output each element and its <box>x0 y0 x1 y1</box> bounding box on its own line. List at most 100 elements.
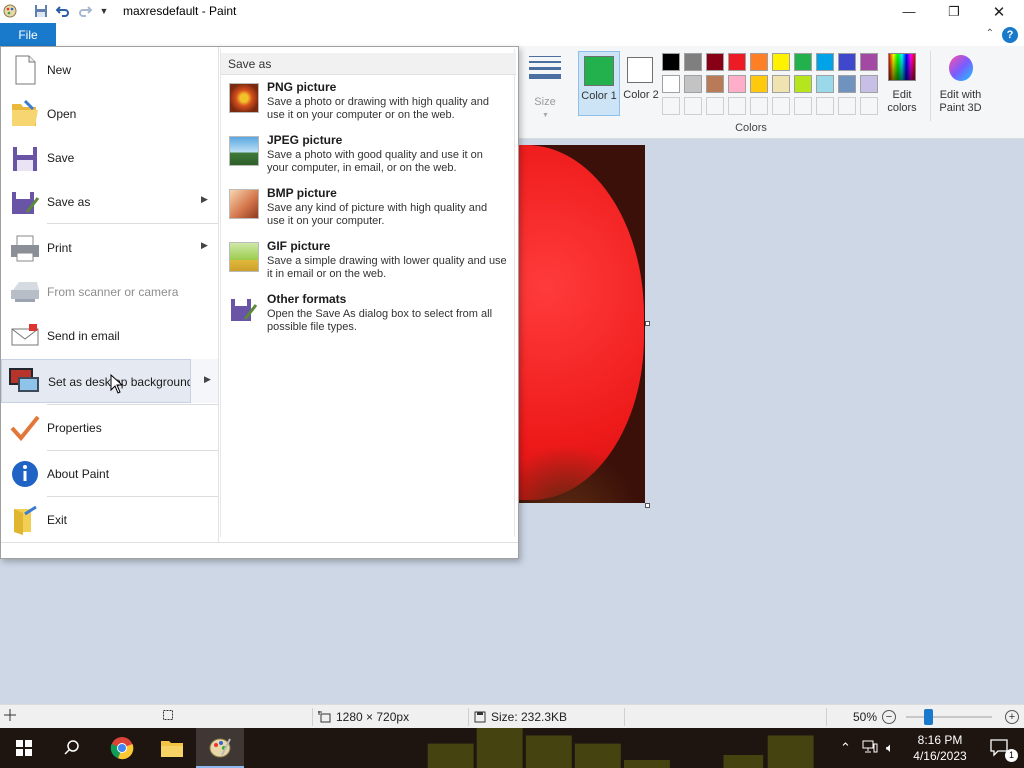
volume-icon[interactable]: 🔈︎ <box>886 740 894 756</box>
save-as-other-formats-option[interactable]: Other formats Open the Save As dialog bo… <box>221 292 516 344</box>
canvas-image[interactable] <box>519 145 645 503</box>
selection-size-icon <box>162 709 174 721</box>
palette-swatch[interactable] <box>750 75 768 93</box>
show-hidden-icons[interactable]: ⌃ <box>840 740 851 756</box>
palette-swatch[interactable] <box>706 53 724 71</box>
search-button[interactable] <box>48 728 96 768</box>
palette-swatch[interactable] <box>794 97 812 115</box>
menu-item-save[interactable]: Save <box>1 136 218 180</box>
palette-swatch[interactable] <box>838 53 856 71</box>
taskbar-clock[interactable]: 8:16 PM 4/16/2023 <box>904 732 976 764</box>
color1-button[interactable]: Color 1 <box>578 51 620 116</box>
resize-handle-right[interactable] <box>645 321 650 326</box>
palette-swatch[interactable] <box>684 75 702 93</box>
file-tab[interactable]: File <box>0 23 56 46</box>
save-icon[interactable] <box>33 3 49 19</box>
help-icon[interactable]: ? <box>1002 27 1018 43</box>
status-bar: 1280 × 720px Size: 232.3KB 50% − + <box>0 704 1024 728</box>
color2-button[interactable]: Color 2 <box>621 51 661 116</box>
image-dimensions-icon <box>318 711 331 723</box>
submenu-arrow-icon: ▶ <box>201 194 208 204</box>
option-description: Save a photo with good quality and use i… <box>267 149 483 174</box>
palette-swatch[interactable] <box>816 53 834 71</box>
menu-item-save-as[interactable]: Save as ▶ <box>1 180 218 224</box>
redo-icon[interactable] <box>77 3 93 19</box>
save-as-header: Save as <box>221 53 516 75</box>
save-as-png-option[interactable]: PNG picture Save a photo or drawing with… <box>221 80 516 132</box>
menu-item-send-in-email[interactable]: Send in email <box>1 314 218 358</box>
collapse-ribbon-icon[interactable]: ⌃ <box>986 28 994 39</box>
minimize-button[interactable]: — <box>886 0 932 23</box>
edit-with-paint3d-button[interactable]: Edit with Paint 3D <box>930 51 990 121</box>
menu-item-about-paint[interactable]: About Paint <box>1 452 218 496</box>
maximize-button[interactable]: ❐ <box>931 0 977 23</box>
palette-swatch[interactable] <box>794 75 812 93</box>
palette-swatch[interactable] <box>662 53 680 71</box>
edit-colors-button[interactable]: Edit colors <box>882 51 924 121</box>
palette-swatch[interactable] <box>838 97 856 115</box>
palette-swatch[interactable] <box>860 53 878 71</box>
palette-swatch[interactable] <box>706 75 724 93</box>
resize-handle-corner[interactable] <box>645 503 650 508</box>
info-icon <box>9 458 41 490</box>
size-button[interactable]: Size ▼ <box>525 52 565 136</box>
start-button[interactable] <box>0 728 48 768</box>
paint-app-icon[interactable] <box>2 3 18 19</box>
save-as-jpeg-option[interactable]: JPEG picture Save a photo with good qual… <box>221 133 516 185</box>
undo-icon[interactable] <box>55 3 71 19</box>
menu-item-properties[interactable]: Properties <box>1 406 218 450</box>
save-as-icon <box>9 186 41 218</box>
menu-item-label: From scanner or camera <box>47 285 179 299</box>
zoom-in-button[interactable]: + <box>1005 710 1019 724</box>
menu-separator <box>47 496 218 497</box>
menu-item-print[interactable]: Print ▶ <box>1 226 218 270</box>
menu-item-label: About Paint <box>47 467 110 481</box>
palette-swatch[interactable] <box>860 97 878 115</box>
file-size: Size: 232.3KB <box>474 710 567 724</box>
network-icon[interactable] <box>862 740 878 757</box>
palette-swatch[interactable] <box>816 97 834 115</box>
palette-swatch[interactable] <box>860 75 878 93</box>
customize-qat-icon[interactable]: ▼ <box>96 3 112 19</box>
menu-item-from-scanner[interactable]: From scanner or camera <box>1 270 218 314</box>
paint-taskbar-button[interactable] <box>196 728 244 768</box>
palette-swatch[interactable] <box>728 97 746 115</box>
menu-item-label: Open <box>47 107 77 121</box>
zoom-slider-thumb[interactable] <box>924 709 933 725</box>
option-title: GIF picture <box>267 239 331 253</box>
zoom-out-button[interactable]: − <box>882 710 896 724</box>
window-title: maxresdefault - Paint <box>123 4 237 18</box>
save-as-gif-option[interactable]: GIF picture Save a simple drawing with l… <box>221 239 516 291</box>
status-separator <box>624 708 625 726</box>
close-button[interactable]: ✕ <box>976 0 1022 23</box>
color1-label: Color 1 <box>581 90 617 102</box>
palette-swatch[interactable] <box>772 75 790 93</box>
palette-swatch[interactable] <box>684 53 702 71</box>
zoom-slider-track[interactable] <box>906 716 992 718</box>
palette-swatch[interactable] <box>662 97 680 115</box>
palette-swatch[interactable] <box>772 97 790 115</box>
palette-swatch[interactable] <box>772 53 790 71</box>
menu-item-label: New <box>47 63 72 77</box>
action-center-button[interactable]: 1 <box>976 728 1024 768</box>
palette-swatch[interactable] <box>684 97 702 115</box>
palette-swatch[interactable] <box>838 75 856 93</box>
palette-swatch[interactable] <box>728 53 746 71</box>
edit-colors-label: Edit colors <box>887 89 917 114</box>
save-as-panel: Save as PNG picture Save a photo or draw… <box>220 49 516 537</box>
title-bar: ▼ maxresdefault - Paint — ❐ ✕ <box>0 0 1024 23</box>
save-as-bmp-option[interactable]: BMP picture Save any kind of picture wit… <box>221 186 516 238</box>
palette-swatch[interactable] <box>750 97 768 115</box>
color2-label: Color 2 <box>623 89 659 101</box>
palette-swatch[interactable] <box>728 75 746 93</box>
file-explorer-taskbar-button[interactable] <box>148 728 196 768</box>
menu-item-exit[interactable]: Exit <box>1 498 218 542</box>
palette-swatch[interactable] <box>750 53 768 71</box>
palette-swatch[interactable] <box>662 75 680 93</box>
chrome-taskbar-button[interactable] <box>98 728 146 768</box>
menu-item-new[interactable]: New <box>1 48 218 92</box>
menu-item-open[interactable]: Open <box>1 92 218 136</box>
palette-swatch[interactable] <box>794 53 812 71</box>
palette-swatch[interactable] <box>816 75 834 93</box>
palette-swatch[interactable] <box>706 97 724 115</box>
